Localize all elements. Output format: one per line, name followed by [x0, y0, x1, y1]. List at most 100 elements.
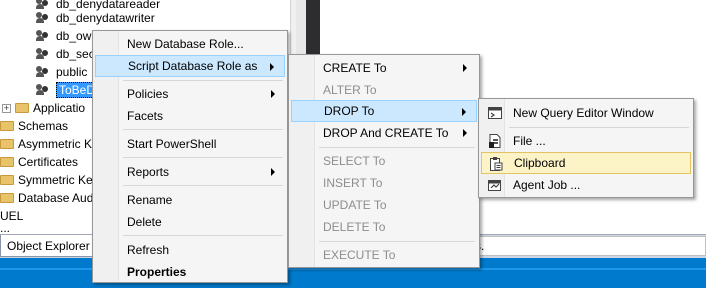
tree-node[interactable]: ...	[0, 223, 10, 233]
menu-item-label: SELECT To	[323, 154, 386, 168]
menu-item-label: New Query Editor Window	[513, 106, 654, 120]
tree-node-label: Certificates	[18, 155, 79, 169]
submenu-arrow-icon	[463, 64, 467, 72]
menu-item-drop-and-create-to[interactable]: DROP And CREATE To	[291, 122, 477, 144]
menu-item-new-query-editor-window[interactable]: New Query Editor Window	[481, 102, 691, 124]
menu-separator	[123, 157, 283, 158]
menu-item-label: Start PowerShell	[127, 137, 217, 151]
clipboard-icon	[490, 157, 503, 171]
folder-icon	[0, 175, 14, 185]
folder-icon	[0, 157, 14, 167]
menu-separator	[123, 129, 283, 130]
submenu-arrow-icon	[463, 129, 467, 137]
messages-strip: rs.	[470, 236, 706, 256]
menu-item-label: Agent Job ...	[513, 178, 581, 192]
menu-item-label: Reports	[127, 165, 170, 179]
menu-item-label: Clipboard	[514, 156, 566, 170]
menu-item-label: File ...	[513, 134, 546, 148]
menu-item-update-to[interactable]: UPDATE To	[291, 194, 477, 216]
folder-icon	[15, 103, 29, 113]
drop-to-submenu: New Query Editor Window File ... Clipboa…	[478, 98, 694, 198]
tab-object-explorer[interactable]: Object Explorer	[0, 235, 101, 257]
menu-item-label: Script Database Role as	[128, 59, 258, 73]
menu-separator	[123, 235, 283, 236]
menu-item-label: INSERT To	[323, 176, 383, 190]
tree-node-folder[interactable]: Schemas	[0, 117, 68, 135]
tab-object-explorer-label: Object Explorer	[7, 238, 90, 253]
menu-item-label: DROP To	[324, 104, 375, 118]
menu-item-create-to[interactable]: CREATE To	[291, 57, 477, 79]
menu-item-insert-to[interactable]: INSERT To	[291, 172, 477, 194]
menu-item-label: Facets	[127, 109, 164, 123]
tree-node-label: Schemas	[18, 119, 69, 133]
tree-node-label: public	[56, 65, 88, 79]
menu-item-new-database-role[interactable]: New Database Role...	[95, 33, 285, 55]
menu-item-file[interactable]: File ...	[481, 130, 691, 152]
menu-item-label: CREATE To	[323, 61, 387, 75]
menu-item-label: Delete	[127, 215, 162, 229]
submenu-arrow-icon	[271, 168, 275, 176]
tree-node-folder[interactable]: Database Aud	[0, 189, 93, 207]
folder-icon	[0, 139, 14, 149]
menu-separator	[123, 80, 283, 81]
menu-item-clipboard[interactable]: Clipboard	[481, 152, 691, 174]
menu-item-refresh[interactable]: Refresh	[95, 239, 285, 261]
menu-item-reports[interactable]: Reports	[95, 161, 285, 183]
submenu-arrow-icon	[270, 63, 274, 71]
menu-item-label: DROP And CREATE To	[323, 126, 449, 140]
tree-node-folder[interactable]: Asymmetric K	[0, 135, 92, 153]
tree-node-label: db_ow	[56, 29, 92, 43]
tree-node-folder[interactable]: + Applicatio	[2, 99, 85, 117]
menu-item-select-to[interactable]: SELECT To	[291, 150, 477, 172]
tree-node-folder[interactable]: Symmetric Key	[0, 171, 99, 189]
menu-item-script-database-role-as[interactable]: Script Database Role as	[95, 55, 285, 77]
menu-separator	[509, 127, 689, 128]
tree-node-label: db_denydatawriter	[56, 11, 155, 25]
file-icon	[489, 134, 501, 148]
database-role-icon	[36, 66, 50, 78]
context-menu: New Database Role... Script Database Rol…	[92, 30, 288, 283]
menu-item-delete[interactable]: Delete	[95, 211, 285, 233]
database-role-icon	[36, 30, 50, 42]
folder-icon	[0, 193, 14, 203]
tree-node-label: Applicatio	[33, 101, 86, 115]
tree-node-label: ...	[0, 223, 11, 233]
menu-item-label: Policies	[127, 87, 169, 101]
menu-item-properties[interactable]: Properties	[95, 261, 285, 283]
menu-item-label: ALTER To	[323, 83, 377, 97]
menu-item-alter-to[interactable]: ALTER To	[291, 79, 477, 101]
menu-item-drop-to[interactable]: DROP To	[291, 100, 477, 122]
tree-node-role[interactable]: db_ow	[36, 27, 91, 45]
query-window-icon	[488, 107, 502, 119]
menu-item-delete-to[interactable]: DELETE To	[291, 216, 477, 238]
tree-node-label: UEL	[0, 209, 24, 223]
menu-item-label: EXECUTE To	[323, 248, 396, 262]
menu-item-label: New Database Role...	[127, 37, 244, 51]
menu-item-label: DELETE To	[323, 220, 386, 234]
menu-item-execute-to[interactable]: EXECUTE To	[291, 244, 477, 266]
tree-node-label: Database Aud	[18, 191, 94, 205]
tree-node-role-selected[interactable]: ToBeD	[36, 81, 99, 99]
tree-node-label: db_sec	[56, 47, 95, 61]
menu-item-label: Properties	[127, 265, 187, 279]
script-submenu: CREATE To ALTER To DROP To DROP And CREA…	[288, 54, 480, 268]
database-role-icon	[36, 84, 50, 96]
tree-node-role[interactable]: db_sec	[36, 45, 95, 63]
submenu-arrow-icon	[462, 108, 466, 116]
menu-item-agent-job[interactable]: Agent Job ...	[481, 174, 691, 196]
tree-node-label: Symmetric Key	[18, 173, 99, 187]
expand-icon[interactable]: +	[2, 103, 11, 113]
menu-item-facets[interactable]: Facets	[95, 105, 285, 127]
database-role-icon	[36, 48, 50, 60]
menu-item-rename[interactable]: Rename	[95, 189, 285, 211]
submenu-arrow-icon	[271, 90, 275, 98]
menu-item-label: UPDATE To	[323, 198, 387, 212]
menu-separator	[319, 147, 475, 148]
tree-node-role[interactable]: db_denydatawriter	[36, 9, 155, 27]
menu-item-policies[interactable]: Policies	[95, 83, 285, 105]
tree-node-folder[interactable]: Certificates	[0, 153, 78, 171]
menu-separator	[319, 241, 475, 242]
tree-node-role[interactable]: public	[36, 63, 87, 81]
menu-item-label: Rename	[127, 193, 173, 207]
menu-item-start-powershell[interactable]: Start PowerShell	[95, 133, 285, 155]
